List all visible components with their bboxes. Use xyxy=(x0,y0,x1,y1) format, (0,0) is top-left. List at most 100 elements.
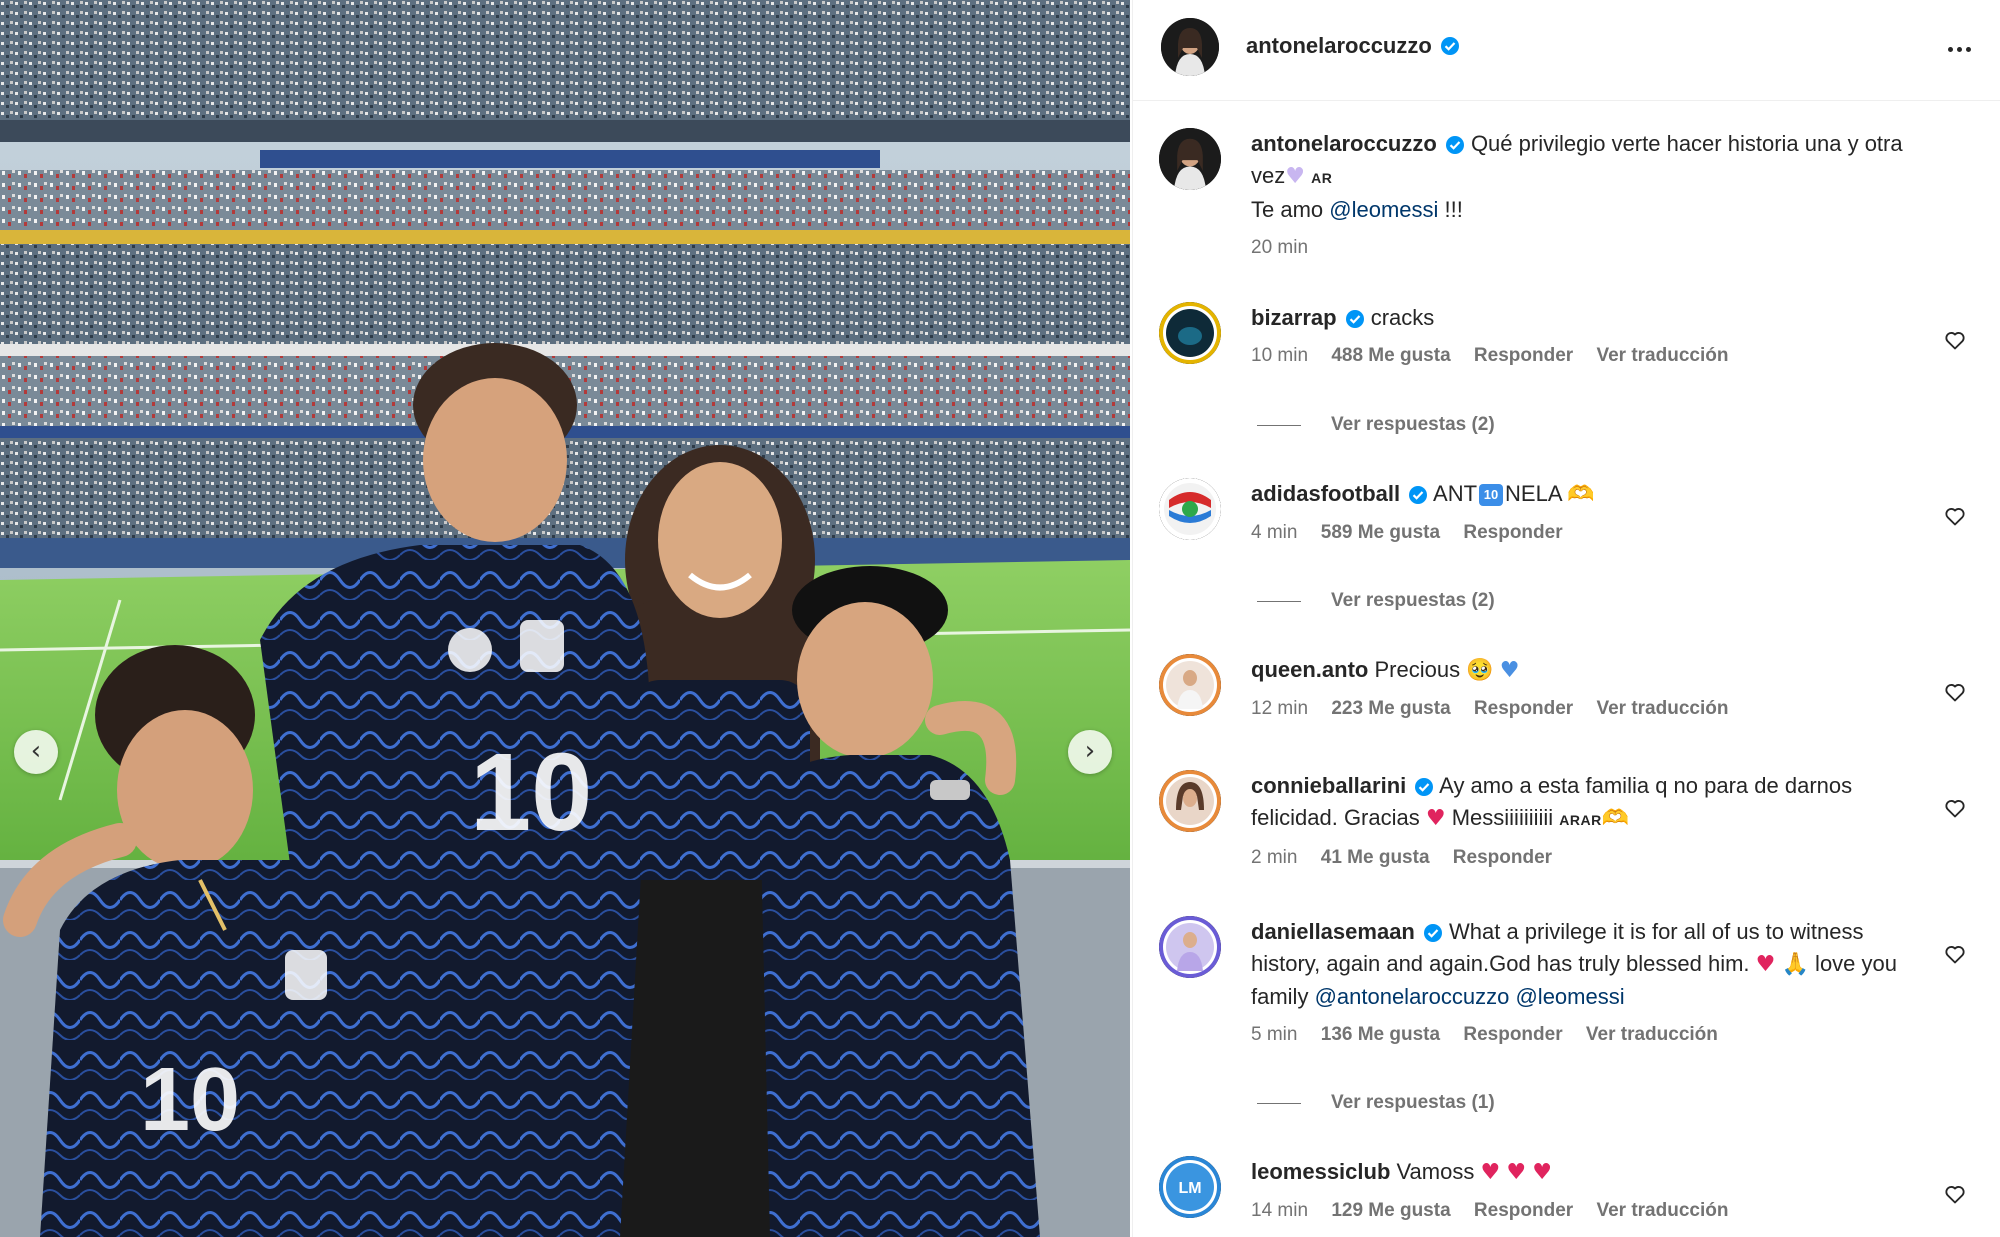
reply-button[interactable]: Responder xyxy=(1453,847,1552,868)
timestamp: 5 min xyxy=(1251,1024,1298,1045)
username-text[interactable]: antonelaroccuzzo xyxy=(1246,33,1432,59)
avatar[interactable]: LM xyxy=(1159,1156,1221,1218)
like-heart-icon[interactable] xyxy=(1943,680,1967,704)
verified-badge-icon xyxy=(1440,36,1460,56)
caption-body: antonelaroccuzzo Qué privilegio verte ha… xyxy=(1251,128,1911,260)
like-heart-icon[interactable] xyxy=(1943,1182,1967,1206)
caption-username[interactable]: antonelaroccuzzo xyxy=(1251,131,1437,156)
likes-count[interactable]: 589 Me gusta xyxy=(1321,522,1440,543)
timestamp: 10 min xyxy=(1251,345,1309,366)
comment-meta: 5 min 136 Me gusta Responder Ver traducc… xyxy=(1251,1023,1911,1047)
comment-text: Messiiiiiiiiii xyxy=(1445,805,1554,830)
post-photo: 10 10 ‹ › xyxy=(0,0,1130,1237)
more-options-button[interactable] xyxy=(1939,28,1979,68)
red-heart-icon: ♥ xyxy=(1532,1160,1552,1185)
timestamp: 14 min xyxy=(1251,1200,1309,1221)
comment-username[interactable]: connieballarini xyxy=(1251,773,1406,798)
comment-body: adidasfootball ANT 10 NELA 🫶 4 min 589 Me … xyxy=(1251,478,1911,545)
avatar[interactable] xyxy=(1159,916,1221,978)
heart-icon: ♥ xyxy=(1285,164,1305,189)
mention-link[interactable]: @antonelaroccuzzo xyxy=(1315,984,1510,1009)
blue-heart-icon: ♥ xyxy=(1499,658,1520,683)
carousel-prev-button[interactable]: ‹ xyxy=(14,730,58,774)
translate-button[interactable]: Ver traducción xyxy=(1596,698,1728,719)
svg-text:10: 10 xyxy=(140,1050,240,1150)
comment-body: queen.anto Precious 🥹 ♥ 12 min 223 Me gu… xyxy=(1251,654,1911,721)
likes-count[interactable]: 223 Me gusta xyxy=(1331,698,1450,719)
comment-username[interactable]: queen.anto xyxy=(1251,657,1368,682)
post-sidebar: antonelaroccuzzo antonelaroccuzzo Qué pr… xyxy=(1132,0,2000,1237)
avatar[interactable] xyxy=(1159,302,1221,364)
more-horizontal-icon xyxy=(1946,39,1973,57)
likes-count[interactable]: 41 Me gusta xyxy=(1321,847,1430,868)
verified-badge-icon xyxy=(1408,485,1428,505)
family-stadium-photo: 10 10 xyxy=(0,0,1130,1237)
view-replies-label[interactable]: Ver respuestas (2) xyxy=(1331,590,1495,612)
avatar[interactable] xyxy=(1159,654,1221,716)
reply-button[interactable]: Responder xyxy=(1474,1200,1573,1221)
comment-text: ANT xyxy=(1433,481,1478,506)
keycap-ten-icon: 10 xyxy=(1479,484,1504,506)
comment-text: NELA xyxy=(1505,481,1562,506)
avatar[interactable] xyxy=(1159,770,1221,832)
reply-button[interactable]: Responder xyxy=(1463,522,1562,543)
translate-button[interactable]: Ver traducción xyxy=(1596,1200,1728,1221)
comment-username[interactable]: bizarrap xyxy=(1251,305,1337,330)
caption-text: !!! xyxy=(1438,197,1463,222)
comment-username[interactable]: daniellasemaan xyxy=(1251,919,1415,944)
comment-username[interactable]: leomessiclub xyxy=(1251,1159,1390,1184)
comment-meta: 4 min 589 Me gusta Responder xyxy=(1251,521,1911,545)
mention-link[interactable]: @leomessi xyxy=(1329,197,1438,222)
svg-text:LM: LM xyxy=(1178,1180,1201,1197)
red-heart-icon: ♥ xyxy=(1425,806,1446,831)
comment-text: Vamoss xyxy=(1396,1159,1475,1184)
timestamp: 12 min xyxy=(1251,698,1309,719)
comment-meta: 2 min 41 Me gusta Responder xyxy=(1251,846,1911,870)
likes-count[interactable]: 129 Me gusta xyxy=(1331,1200,1450,1221)
verified-badge-icon xyxy=(1445,135,1465,155)
comment-body: connieballarini Ay amo a esta familia q … xyxy=(1251,770,1911,870)
verified-badge-icon xyxy=(1423,923,1443,943)
comment-meta: 12 min 223 Me gusta Responder Ver traduc… xyxy=(1251,697,1911,721)
timestamp: 2 min xyxy=(1251,847,1298,868)
comment-meta: 10 min 488 Me gusta Responder Ver traduc… xyxy=(1251,344,1911,368)
post-header: antonelaroccuzzo xyxy=(1133,0,2000,101)
heart-hands-icon: 🫶 xyxy=(1567,482,1595,507)
flag-text: ARAR xyxy=(1559,812,1602,828)
like-heart-icon[interactable] xyxy=(1943,504,1967,528)
svg-text:10: 10 xyxy=(470,731,592,854)
reply-button[interactable]: Responder xyxy=(1474,345,1573,366)
comment-body: bizarrap cracks 10 min 488 Me gusta Resp… xyxy=(1251,302,1911,368)
timestamp: 4 min xyxy=(1251,522,1298,543)
red-heart-icon: ♥ xyxy=(1506,1160,1527,1185)
chevron-right-icon: › xyxy=(1084,735,1096,766)
likes-count[interactable]: 488 Me gusta xyxy=(1331,345,1450,366)
comment-body: daniellasemaan What a privilege it is fo… xyxy=(1251,916,1911,1047)
view-replies-button[interactable]: Ver respuestas (2) xyxy=(1257,414,1495,436)
comment-meta: 20 min xyxy=(1251,236,1911,260)
avatar[interactable] xyxy=(1161,18,1219,76)
avatar[interactable] xyxy=(1159,478,1221,540)
translate-button[interactable]: Ver traducción xyxy=(1586,1024,1718,1045)
reply-button[interactable]: Responder xyxy=(1474,698,1573,719)
comment-username[interactable]: adidasfootball xyxy=(1251,481,1400,506)
timestamp: 20 min xyxy=(1251,237,1309,258)
likes-count[interactable]: 136 Me gusta xyxy=(1321,1024,1440,1045)
like-heart-icon[interactable] xyxy=(1943,328,1967,352)
like-heart-icon[interactable] xyxy=(1943,942,1967,966)
view-replies-button[interactable]: Ver respuestas (2) xyxy=(1257,590,1495,612)
heart-hands-icon: 🫶 xyxy=(1601,806,1630,831)
flag-text: AR xyxy=(1311,170,1333,186)
view-replies-button[interactable]: Ver respuestas (1) xyxy=(1257,1092,1495,1114)
carousel-next-button[interactable]: › xyxy=(1068,730,1112,774)
view-replies-label[interactable]: Ver respuestas (2) xyxy=(1331,414,1495,436)
comment-meta: 14 min 129 Me gusta Responder Ver traduc… xyxy=(1251,1199,1911,1223)
like-heart-icon[interactable] xyxy=(1943,796,1967,820)
caption-text: Te amo xyxy=(1251,197,1330,222)
mention-link[interactable]: @leomessi xyxy=(1515,984,1624,1009)
view-replies-label[interactable]: Ver respuestas (1) xyxy=(1331,1092,1495,1114)
avatar[interactable] xyxy=(1159,128,1221,190)
username-link[interactable]: antonelaroccuzzo xyxy=(1246,33,1460,59)
reply-button[interactable]: Responder xyxy=(1463,1024,1562,1045)
translate-button[interactable]: Ver traducción xyxy=(1596,345,1728,366)
